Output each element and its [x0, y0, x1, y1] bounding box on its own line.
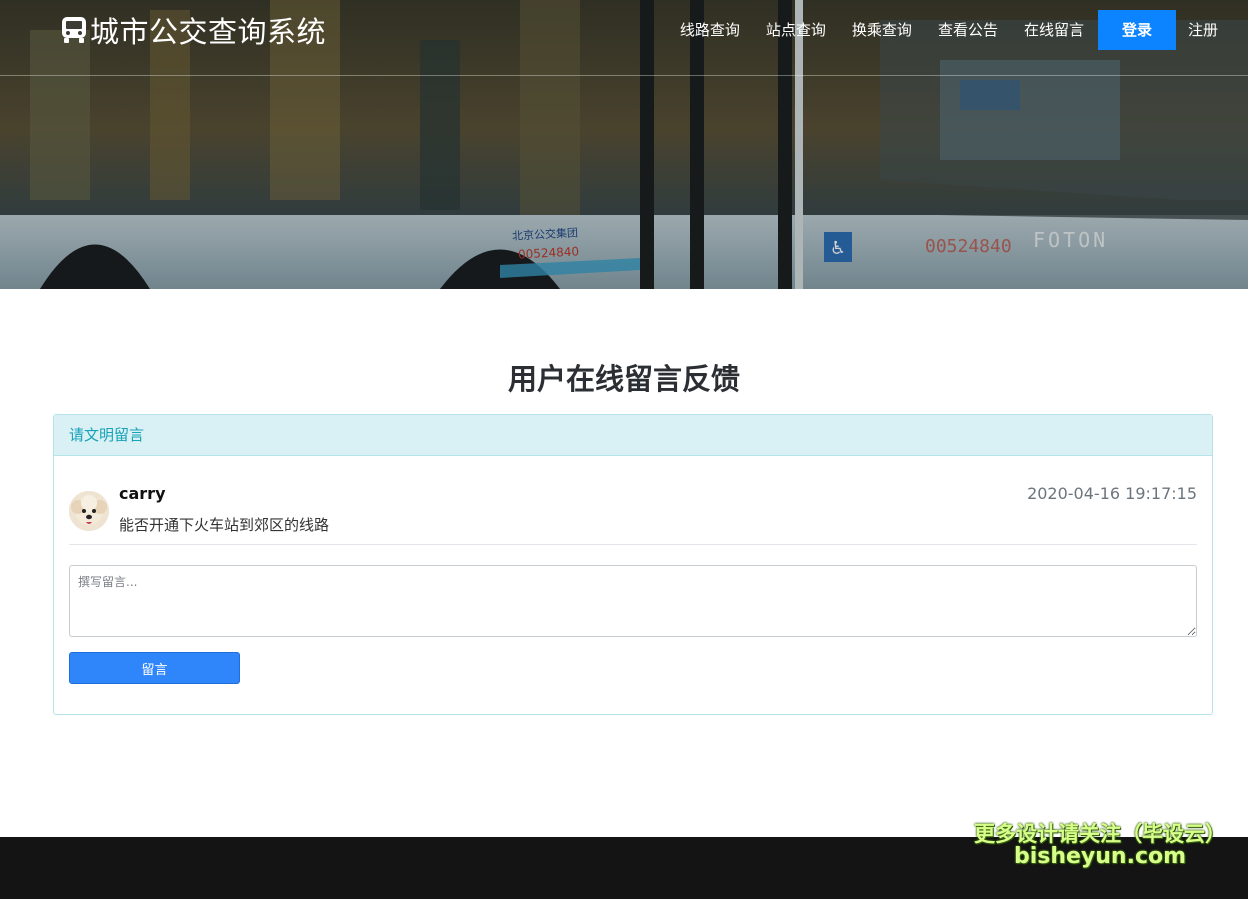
page-title: 用户在线留言反馈 — [507, 362, 740, 396]
nav-transfer-query[interactable]: 换乘查询 — [839, 10, 925, 50]
message-board-card: 请文明留言 carry 2020-04-16 19:17:15 能否开通下火车站… — [53, 414, 1213, 715]
message-timestamp: 2020-04-16 19:17:15 — [1027, 484, 1197, 503]
nav-station-query[interactable]: 站点查询 — [753, 10, 839, 50]
nav-online-message[interactable]: 在线留言 — [1011, 10, 1097, 50]
message-username: carry — [119, 484, 166, 503]
login-button[interactable]: 登录 — [1097, 10, 1176, 50]
nav-route-query[interactable]: 线路查询 — [667, 10, 753, 50]
submit-message-button[interactable]: 留言 — [69, 652, 240, 684]
nav-announcements[interactable]: 查看公告 — [925, 10, 1011, 50]
brand-link[interactable]: 城市公交查询系统 — [60, 12, 327, 49]
watermark-line1: 更多设计请关注（毕设云） — [974, 822, 1226, 846]
card-header: 请文明留言 — [54, 415, 1212, 456]
avatar — [69, 491, 109, 531]
nav-menu: 线路查询 站点查询 换乘查询 查看公告 在线留言 登录 注册 — [667, 10, 1248, 50]
dog-avatar-icon — [69, 491, 109, 531]
message-content: 能否开通下火车站到郊区的线路 — [119, 516, 330, 534]
bus-icon — [62, 17, 86, 43]
message-textarea[interactable] — [69, 565, 1197, 637]
watermark-line2: bisheyun.com — [1013, 844, 1187, 870]
message-item: carry 2020-04-16 19:17:15 能否开通下火车站到郊区的线路 — [69, 481, 1197, 545]
register-link[interactable]: 注册 — [1176, 10, 1248, 50]
top-navbar: 城市公交查询系统 线路查询 站点查询 换乘查询 查看公告 在线留言 登录 注册 — [0, 0, 1248, 76]
hero-banner: ♿ 00524840 北京公交集团 00524840 FOTON 城市公交查询系… — [0, 0, 1248, 289]
brand-title: 城市公交查询系统 — [90, 15, 327, 49]
watermark: 更多设计请关注（毕设云） bisheyun.com — [974, 823, 1226, 868]
